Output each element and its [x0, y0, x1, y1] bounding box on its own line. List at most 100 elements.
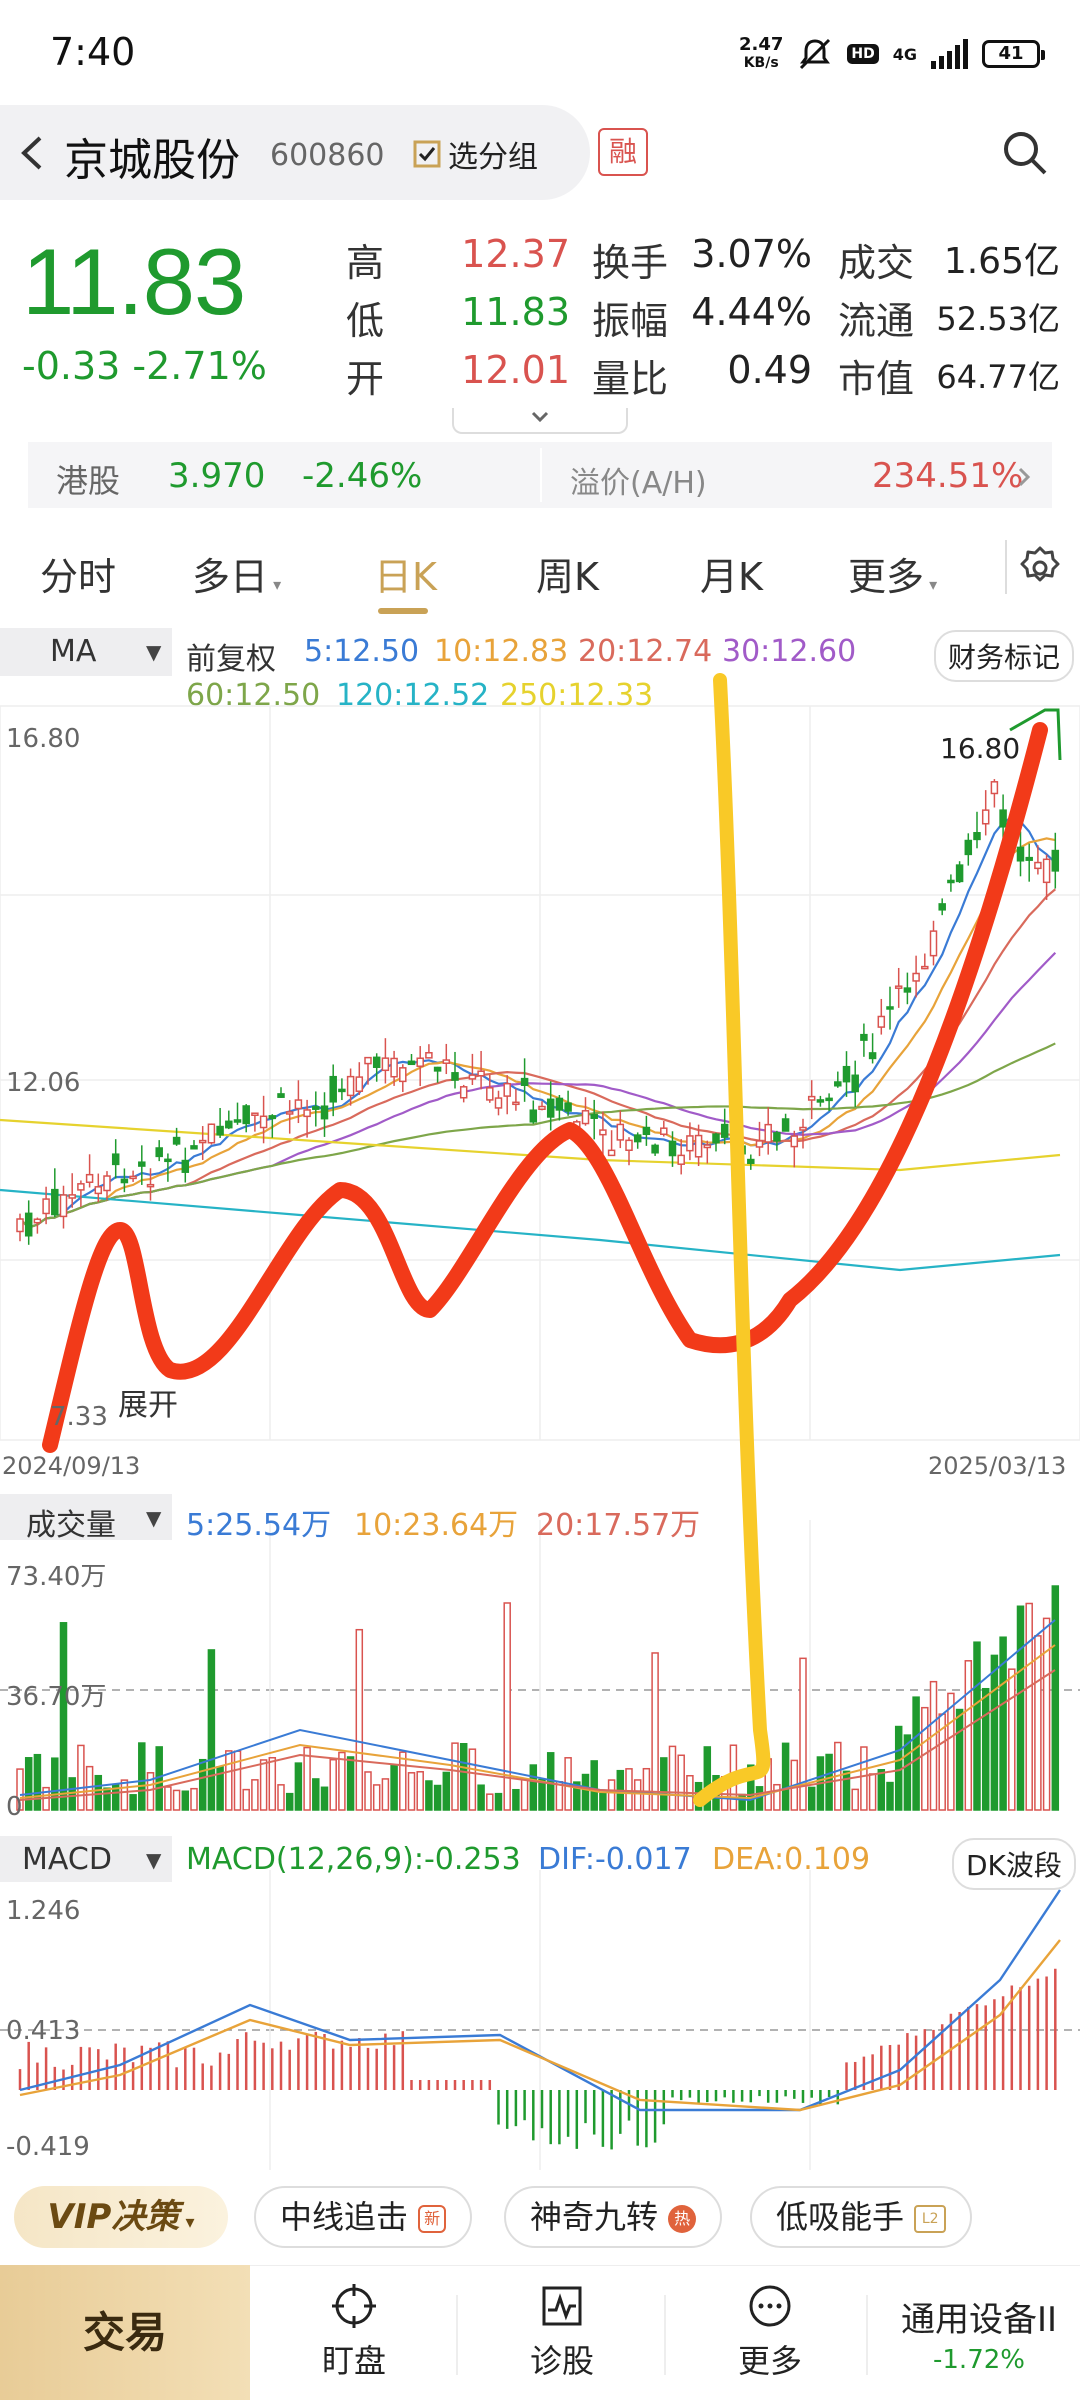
nav-diagnose[interactable]: 诊股	[492, 2282, 632, 2382]
volume-axis-top: 73.40万	[6, 1562, 107, 1592]
volume-bar	[355, 1628, 364, 1811]
volume-bar	[894, 1725, 903, 1811]
tab-monthly-k[interactable]: 月K	[700, 546, 763, 601]
ah-premium-label: 溢价(A/H)	[570, 466, 707, 501]
candle-body	[599, 1129, 607, 1136]
add-to-group-button[interactable]: 选分组	[412, 132, 538, 176]
trade-button[interactable]: 交易	[0, 2265, 250, 2400]
candle-body	[346, 1075, 355, 1097]
candle-body	[668, 1140, 677, 1157]
candle-body	[686, 1135, 694, 1152]
volume-bar	[24, 1757, 33, 1811]
chip-mid-term-chase[interactable]: 中线追击 新	[254, 2186, 473, 2248]
candle-body	[1051, 849, 1060, 872]
tab-daily-k[interactable]: 日K	[374, 546, 437, 601]
chip-dip-buyer[interactable]: 低吸能手 L2	[750, 2186, 973, 2248]
volume-bar	[877, 1769, 886, 1811]
ma30-value: 30:12.60	[722, 634, 857, 669]
volume-bar	[807, 1786, 816, 1811]
dk-band-button[interactable]: DK波段	[952, 1838, 1076, 1890]
candle-body	[207, 1123, 216, 1144]
l2-badge-icon: L2	[914, 2205, 947, 2233]
candle-body	[581, 1110, 590, 1125]
volume-bar	[599, 1792, 607, 1811]
candle-body	[425, 1052, 433, 1059]
candle-body	[860, 1033, 868, 1041]
new-badge-icon: 新	[418, 2205, 447, 2233]
volume-bar	[512, 1788, 520, 1811]
volume-bar	[981, 1687, 990, 1811]
vip-decision-button[interactable]: VIP决策 ▾	[14, 2186, 228, 2248]
candle-body	[381, 1057, 390, 1072]
chip-magic-nine[interactable]: 神奇九转 热	[504, 2186, 723, 2248]
volume-bar	[1016, 1605, 1025, 1811]
search-icon[interactable]	[1000, 128, 1050, 178]
candle-body	[94, 1186, 103, 1195]
volume-bar	[225, 1750, 233, 1811]
candle-body	[694, 1134, 703, 1158]
tab-weekly-k[interactable]: 周K	[536, 546, 599, 601]
battery-icon: 41	[982, 40, 1045, 68]
volume-bar	[955, 1708, 964, 1811]
volume-bar	[425, 1780, 433, 1811]
volume-bar	[103, 1787, 111, 1811]
candle-body	[677, 1154, 685, 1165]
candle-body	[338, 1088, 346, 1093]
high-label: 高	[346, 241, 385, 285]
change-value: -0.33	[22, 344, 121, 388]
moving-average-lines	[0, 816, 1061, 1272]
volume-bar	[651, 1652, 659, 1811]
vol-ma10: 10:23.64万	[354, 1508, 519, 1543]
candle-body	[990, 781, 999, 795]
candle-body	[1034, 861, 1042, 870]
dea-value: DEA:0.109	[712, 1842, 871, 1877]
stock-chart[interactable]	[0, 670, 1080, 2210]
candle-body	[494, 1097, 503, 1109]
back-arrow-icon[interactable]	[12, 128, 52, 178]
candle-body	[468, 1074, 477, 1080]
date-end: 2025/03/13	[928, 1452, 1067, 1480]
candle-body	[633, 1134, 642, 1143]
candle-body	[225, 1120, 233, 1129]
candle-body	[138, 1161, 146, 1167]
tab-more[interactable]: 更多 ▾	[848, 546, 937, 601]
volume-bar	[120, 1779, 129, 1811]
nav-watch[interactable]: 盯盘	[284, 2282, 424, 2382]
volume-axis-zero: 0	[6, 1792, 23, 1822]
candle-body	[459, 1086, 468, 1099]
candle-body	[799, 1126, 807, 1131]
candle-body	[42, 1198, 50, 1215]
candle-body	[277, 1093, 285, 1098]
volume-bar	[207, 1649, 216, 1811]
open-label: 开	[346, 357, 385, 401]
candle-body	[216, 1125, 224, 1136]
volume-bar	[346, 1756, 355, 1811]
nav-more[interactable]: 更多	[700, 2282, 840, 2382]
expand-quote-toggle[interactable]	[452, 408, 628, 434]
candle-body	[512, 1101, 520, 1106]
ma-select-label: MA	[50, 634, 97, 669]
gear-icon[interactable]	[1015, 543, 1065, 593]
margin-badge[interactable]: 融	[598, 128, 648, 176]
candle-body	[503, 1082, 511, 1097]
price-change: -0.33 -2.71%	[22, 344, 267, 388]
amount-label: 成交	[838, 241, 915, 285]
volume-bar	[372, 1784, 381, 1811]
candle-body	[416, 1057, 424, 1067]
float-cap-value: 52.53亿	[936, 300, 1060, 338]
high-value: 12.37	[461, 232, 570, 276]
tab-multi-day[interactable]: 多日 ▾	[192, 546, 281, 601]
candle-body	[747, 1158, 755, 1164]
tab-intraday[interactable]: 分时	[40, 546, 116, 601]
candle-body	[233, 1119, 242, 1123]
volume-bar	[781, 1742, 790, 1811]
volume-bar	[233, 1750, 242, 1811]
tab-divider	[1005, 540, 1007, 594]
candle-body	[825, 1097, 833, 1102]
sector-tag[interactable]: 通用设备II -1.72%	[884, 2292, 1074, 2375]
hot-badge-icon: 热	[668, 2205, 697, 2233]
expand-label[interactable]: 展开	[118, 1380, 178, 1424]
ma10-value: 10:12.83	[434, 634, 569, 669]
price-axis-top: 16.80	[6, 724, 81, 754]
volume-bar	[494, 1792, 503, 1811]
